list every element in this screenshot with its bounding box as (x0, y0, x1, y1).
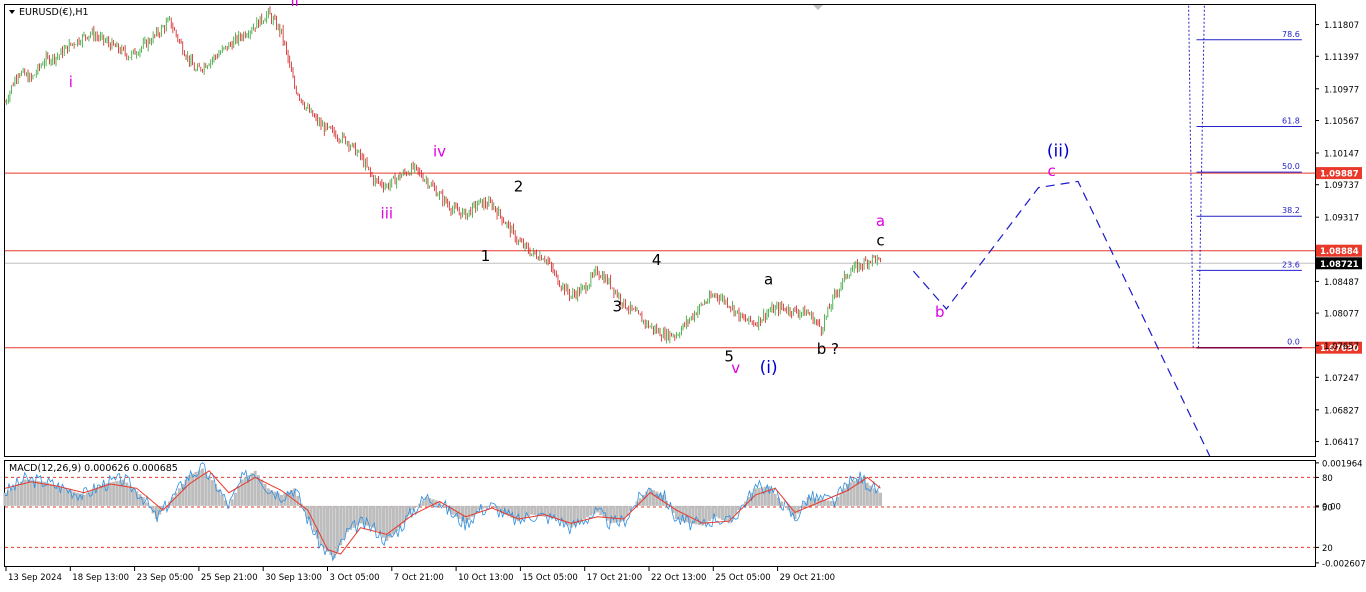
time-tick-label: 29 Oct 21:00 (780, 573, 835, 583)
time-tick-label: 25 Oct 05:00 (715, 573, 770, 583)
price-tick-label: 1.08077 (1324, 310, 1359, 320)
fib-level-label: 78.6 (1282, 30, 1300, 39)
price-tick-label: 1.10977 (1324, 85, 1359, 95)
price-tick-label: 1.07247 (1324, 374, 1359, 384)
wave-label: (i) (760, 358, 778, 378)
fib-level-label: 23.6 (1282, 260, 1300, 269)
wave-label: b ? (817, 340, 839, 358)
price-tick-label: 1.09317 (1324, 214, 1359, 224)
wave-label: ii (290, 0, 298, 10)
wave-label: 2 (514, 177, 524, 195)
wave-label: 1 (481, 247, 491, 265)
fib-level-label: 0.0 (1287, 338, 1300, 347)
time-tick-label: 10 Oct 13:00 (458, 573, 513, 583)
wave-label: 5 (724, 348, 734, 366)
time-tick-label: 13 Sep 2024 (8, 573, 62, 583)
price-level-label: 1.09887 (1320, 170, 1359, 180)
price-level-label: 1.08884 (1320, 247, 1359, 257)
wave-label: b (935, 303, 945, 321)
wave-label: i (69, 73, 73, 91)
wave-label: 4 (652, 251, 662, 269)
time-tick-label: 30 Sep 13:00 (265, 573, 322, 583)
macd-tick-label: 50 (1322, 503, 1333, 513)
macd-tick-label: 80 (1322, 474, 1333, 484)
wave-label: (ii) (1047, 142, 1070, 162)
price-tick-label: 1.07657 (1324, 342, 1359, 352)
fib-level-label: 38.2 (1282, 206, 1300, 215)
price-tick-label: 1.06827 (1324, 406, 1359, 416)
wave-label: c (1048, 162, 1056, 180)
wave-label: iv (433, 143, 446, 161)
time-tick-label: 18 Sep 13:00 (72, 573, 129, 583)
chart-window: 1.09887 1.08884 1.08721 1.07630 1.11807 1.11… (0, 0, 1366, 588)
price-tick-label: 1.10147 (1324, 149, 1359, 159)
time-tick-label: 15 Oct 05:00 (522, 573, 577, 583)
macd-tick-label: 20 (1322, 544, 1333, 554)
price-tick-label: 1.11807 (1324, 21, 1359, 31)
price-tick-label: 1.08487 (1324, 278, 1359, 288)
price-tick-label: 1.10567 (1324, 117, 1359, 127)
price-level-label: 1.08721 (1320, 260, 1359, 270)
wave-label: c (876, 232, 884, 250)
macd-label: MACD(12,26,9) 0.000626 0.000685 (9, 463, 178, 474)
wave-label: a (876, 212, 885, 230)
time-tick-label: 23 Sep 05:00 (137, 573, 194, 583)
chart-canvas: 1.098871.088841.087211.07630 1.118071.11… (0, 0, 1366, 588)
price-tick-label: 1.09737 (1324, 181, 1359, 191)
wave-label: iii (381, 205, 394, 223)
time-tick-label: 22 Oct 13:00 (651, 573, 706, 583)
fib-level-label: 61.8 (1282, 116, 1300, 125)
time-tick-label: 17 Oct 21:00 (587, 573, 642, 583)
macd-tick-label: -0.002607 (1322, 559, 1366, 569)
fib-level-label: 50.0 (1282, 162, 1300, 171)
time-tick-label: 3 Oct 05:00 (330, 573, 380, 583)
macd-tick-label: 0.001964 (1322, 459, 1363, 469)
time-tick-label: 25 Sep 21:00 (201, 573, 258, 583)
symbol-label: EURUSD(€),H1 (19, 7, 89, 18)
wave-label: 3 (612, 297, 622, 315)
price-tick-label: 1.11397 (1324, 53, 1359, 63)
time-tick-label: 7 Oct 21:00 (394, 573, 444, 583)
wave-label: a (764, 270, 773, 288)
price-tick-label: 1.06417 (1324, 438, 1359, 448)
